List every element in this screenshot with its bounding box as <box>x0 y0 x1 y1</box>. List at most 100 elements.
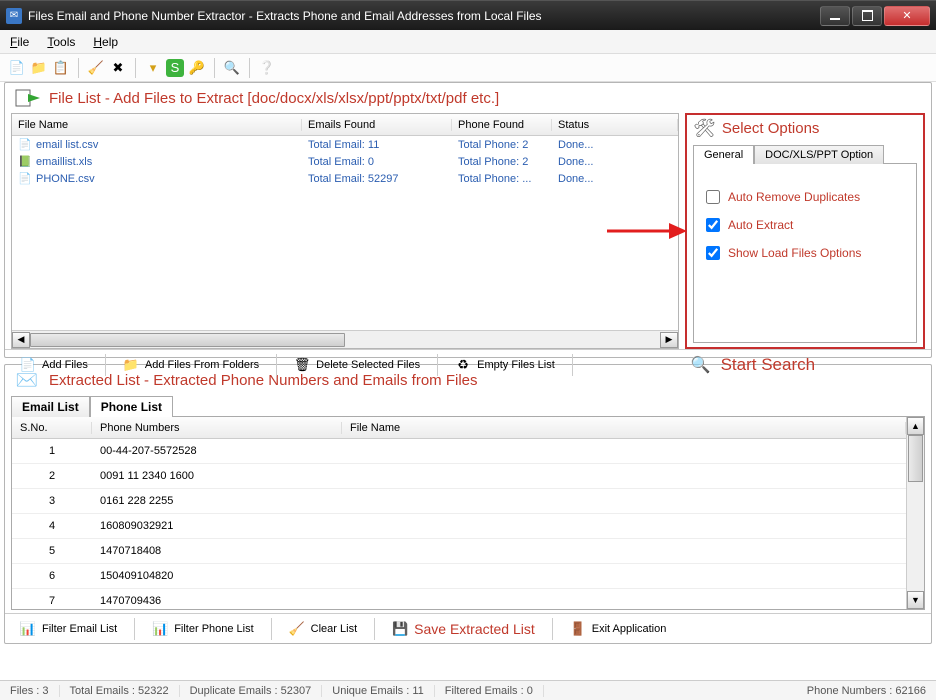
search-icon[interactable]: 🔍 <box>223 59 241 77</box>
tab-email-list[interactable]: Email List <box>11 396 90 417</box>
status-files: Files : 3 <box>0 685 60 697</box>
phone-found: Total Phone: 2 <box>452 139 552 151</box>
delete-row-icon: 🗑 <box>294 357 310 373</box>
phone-row[interactable]: 51470718408 <box>12 539 906 564</box>
file-row[interactable]: 📗emaillist.xlsTotal Email: 0Total Phone:… <box>12 153 678 170</box>
save-extracted-list-button[interactable]: 💾 Save Extracted List <box>383 617 544 641</box>
copy-icon[interactable]: 📋 <box>52 59 70 77</box>
checkbox-auto-remove-duplicates[interactable] <box>706 190 720 204</box>
delete-icon[interactable]: ✖ <box>109 59 127 77</box>
save-icon: 💾 <box>392 621 408 637</box>
add-folder-icon[interactable]: 📁 <box>30 59 48 77</box>
file-row[interactable]: 📄email list.csvTotal Email: 11Total Phon… <box>12 136 678 153</box>
btn-label: Clear List <box>311 623 357 635</box>
filter-email-icon: 📊 <box>20 621 36 637</box>
col-file-name[interactable]: File Name <box>342 422 906 434</box>
emails-found: Total Email: 52297 <box>302 173 452 185</box>
separator <box>572 354 573 376</box>
col-sno[interactable]: S.No. <box>12 422 92 434</box>
tab-general[interactable]: General <box>693 145 754 164</box>
check-label: Auto Remove Duplicates <box>728 190 860 204</box>
filter-email-list-button[interactable]: 📊Filter Email List <box>11 617 126 641</box>
csv-file-icon: 📄 <box>18 138 32 152</box>
minimize-button[interactable] <box>820 6 850 26</box>
skype-icon[interactable]: S <box>166 59 184 77</box>
close-button[interactable] <box>884 6 930 26</box>
filter-phone-list-button[interactable]: 📊 Filter Phone List <box>143 617 262 641</box>
content: File List - Add Files to Extract [doc/do… <box>4 82 932 680</box>
start-search-button[interactable]: 🔍 Start Search <box>581 355 925 375</box>
checkbox-auto-extract[interactable] <box>706 218 720 232</box>
btn-label: Filter Phone List <box>174 623 253 635</box>
row-phone: 00-44-207-5572528 <box>92 445 342 457</box>
delete-selected-files-button[interactable]: 🗑Delete Selected Files <box>285 353 429 377</box>
file-list-title: File List - Add Files to Extract [doc/do… <box>49 90 499 107</box>
scroll-right-icon[interactable]: ▶ <box>660 332 678 348</box>
scroll-track[interactable] <box>30 332 660 348</box>
window-controls <box>818 6 930 26</box>
phone-row[interactable]: 6150409104820 <box>12 564 906 589</box>
tab-doc-xls-ppt[interactable]: DOC/XLS/PPT Option <box>754 145 884 164</box>
check-auto-remove-duplicates[interactable]: Auto Remove Duplicates <box>706 190 904 204</box>
phone-row[interactable]: 100-44-207-5572528 <box>12 439 906 464</box>
col-phone-numbers[interactable]: Phone Numbers <box>92 422 342 434</box>
phone-row[interactable]: 71470709436 <box>12 589 906 609</box>
menu-file[interactable]: File <box>10 35 29 49</box>
file-name: email list.csv <box>36 139 98 151</box>
row-phone: 0091 11 2340 1600 <box>92 470 342 482</box>
scroll-left-icon[interactable]: ◀ <box>12 332 30 348</box>
scroll-up-icon[interactable]: ▲ <box>907 417 924 435</box>
select-options-tabs: General DOC/XLS/PPT Option <box>693 144 917 163</box>
scroll-track[interactable] <box>907 435 924 591</box>
clear-list-button[interactable]: 🧹Clear List <box>280 617 366 641</box>
btn-label: Save Extracted List <box>414 621 535 637</box>
horiz-scrollbar[interactable]: ◀ ▶ <box>12 330 678 348</box>
col-phone-found[interactable]: Phone Found <box>452 119 552 131</box>
add-file-icon: 📄 <box>20 357 36 373</box>
col-status[interactable]: Status <box>552 119 678 131</box>
separator <box>214 58 215 78</box>
row-sno: 6 <box>12 570 92 582</box>
exit-application-button[interactable]: 🚪Exit Application <box>561 617 676 641</box>
help-icon[interactable]: ❔ <box>258 59 276 77</box>
select-options-panel: 🛠 Select Options General DOC/XLS/PPT Opt… <box>685 113 925 349</box>
add-files-from-folders-button[interactable]: 📁Add Files From Folders <box>114 353 268 377</box>
col-emails-found[interactable]: Emails Found <box>302 119 452 131</box>
separator <box>271 618 272 640</box>
check-show-load-options[interactable]: Show Load Files Options <box>706 246 904 260</box>
separator <box>374 618 375 640</box>
file-rows: 📄email list.csvTotal Email: 11Total Phon… <box>12 136 678 330</box>
check-auto-extract[interactable]: Auto Extract <box>706 218 904 232</box>
filter-phone-icon: 📊 <box>152 621 168 637</box>
maximize-button[interactable] <box>852 6 882 26</box>
add-files-button[interactable]: 📄Add Files <box>11 353 97 377</box>
menu-tools[interactable]: Tools <box>47 35 75 49</box>
phone-row[interactable]: 4160809032921 <box>12 514 906 539</box>
status: Done... <box>552 156 678 168</box>
extracted-rows: 100-44-207-557252820091 11 2340 16003016… <box>12 439 906 609</box>
filter-icon[interactable]: ▾ <box>144 59 162 77</box>
scroll-thumb[interactable] <box>908 435 923 482</box>
extracted-columns: S.No. Phone Numbers File Name <box>12 417 906 439</box>
menu-help[interactable]: Help <box>93 35 118 49</box>
check-label: Auto Extract <box>728 218 793 232</box>
file-row[interactable]: 📄PHONE.csvTotal Email: 52297Total Phone:… <box>12 170 678 187</box>
new-doc-icon[interactable]: 📄 <box>8 59 26 77</box>
status-dup-emails: Duplicate Emails : 52307 <box>180 685 323 697</box>
key-icon[interactable]: 🔑 <box>188 59 206 77</box>
search-icon: 🔍 <box>691 355 711 375</box>
empty-files-list-button[interactable]: ♻Empty Files List <box>446 353 564 377</box>
col-file-name[interactable]: File Name <box>12 119 302 131</box>
phone-row[interactable]: 20091 11 2340 1600 <box>12 464 906 489</box>
row-phone: 0161 228 2255 <box>92 495 342 507</box>
separator <box>135 58 136 78</box>
separator <box>134 618 135 640</box>
scroll-thumb[interactable] <box>30 333 345 347</box>
phone-row[interactable]: 30161 228 2255 <box>12 489 906 514</box>
scroll-down-icon[interactable]: ▼ <box>907 591 924 609</box>
tab-phone-list[interactable]: Phone List <box>90 396 173 417</box>
window-title: Files Email and Phone Number Extractor -… <box>28 9 818 23</box>
checkbox-show-load-options[interactable] <box>706 246 720 260</box>
vert-scrollbar[interactable]: ▲ ▼ <box>906 417 924 609</box>
clear-icon[interactable]: 🧹 <box>87 59 105 77</box>
